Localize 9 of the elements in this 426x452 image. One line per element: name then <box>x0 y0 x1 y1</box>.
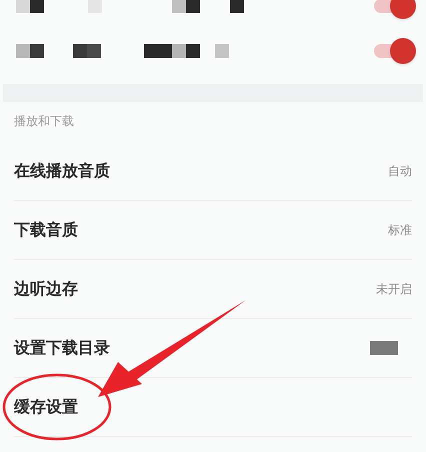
setting-label[interactable]: 边听边存 <box>14 277 78 301</box>
setting-value: 未开启 <box>376 281 412 298</box>
section-header: 播放和下载 <box>14 113 74 130</box>
redacted-block <box>370 341 398 355</box>
setting-label[interactable]: 设置下载目录 <box>14 336 110 360</box>
setting-value: 自动 <box>388 163 412 180</box>
setting-value: 标准 <box>388 222 412 239</box>
setting-label[interactable]: 在线播放音质 <box>14 159 110 183</box>
setting-label[interactable]: 下载音质 <box>14 218 78 242</box>
